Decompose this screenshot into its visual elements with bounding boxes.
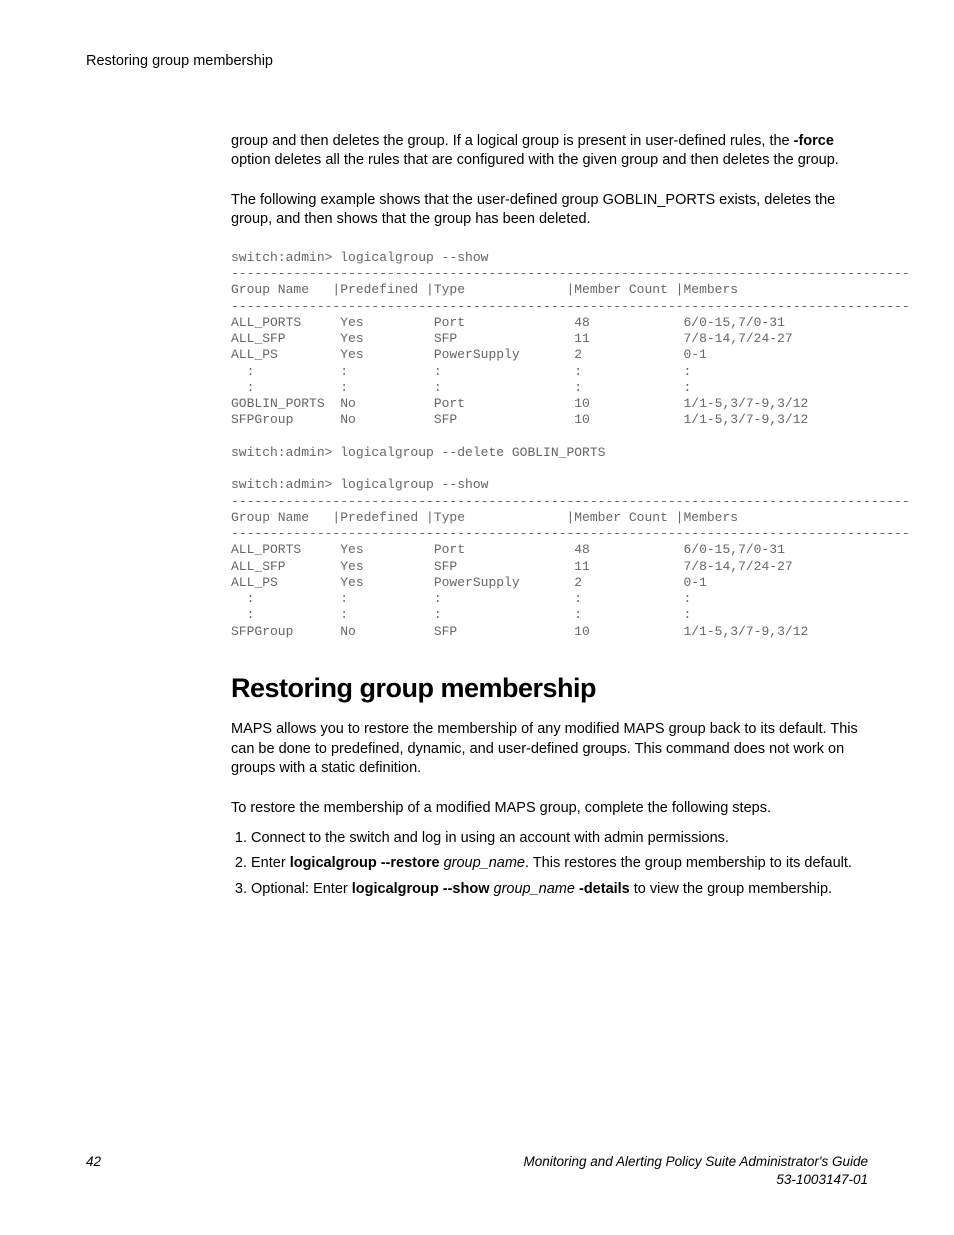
section-paragraph-2: To restore the membership of a modified …	[231, 799, 868, 819]
doc-title: Monitoring and Alerting Policy Suite Adm…	[524, 1154, 869, 1169]
page-number: 42	[86, 1153, 101, 1171]
section-paragraph-1: MAPS allows you to restore the membershi…	[231, 720, 868, 779]
code-block: switch:admin> logicalgroup --show ------…	[231, 250, 868, 640]
step-2: Enter logicalgroup --restore group_name.…	[251, 854, 868, 874]
force-option: -force	[794, 133, 834, 149]
text: to view the group membership.	[630, 881, 832, 897]
argument: group_name	[440, 855, 525, 871]
command: logicalgroup --show	[352, 881, 490, 897]
text: Optional: Enter	[251, 881, 352, 897]
text: group and then deletes the group. If a l…	[231, 133, 794, 149]
step-3: Optional: Enter logicalgroup --show grou…	[251, 880, 868, 900]
argument: group_name	[490, 881, 579, 897]
page-footer: 42 Monitoring and Alerting Policy Suite …	[86, 1153, 868, 1189]
option: -details	[579, 881, 630, 897]
step-1: Connect to the switch and log in using a…	[251, 829, 868, 849]
intro-paragraph-1: group and then deletes the group. If a l…	[231, 132, 868, 171]
intro-paragraph-2: The following example shows that the use…	[231, 191, 868, 230]
section-heading: Restoring group membership	[231, 670, 868, 706]
text: option deletes all the rules that are co…	[231, 152, 839, 168]
running-header: Restoring group membership	[86, 52, 868, 72]
command: logicalgroup --restore	[290, 855, 440, 871]
steps-list: Connect to the switch and log in using a…	[231, 829, 868, 900]
text: . This restores the group membership to …	[525, 855, 852, 871]
doc-number: 53-1003147-01	[776, 1172, 868, 1187]
text: Enter	[251, 855, 290, 871]
